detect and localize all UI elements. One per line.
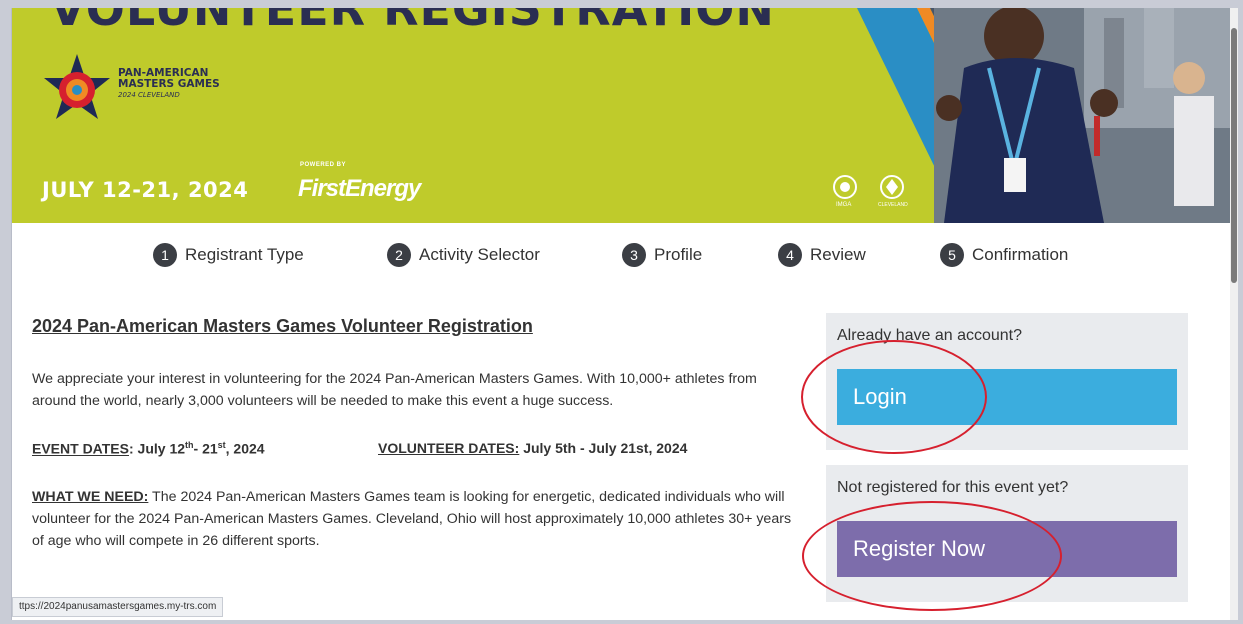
step-number: 5 <box>940 243 964 267</box>
sponsor-logo: FirstEnergy <box>298 175 421 202</box>
registration-steps: 1 Registrant Type 2 Activity Selector 3 … <box>12 223 1232 285</box>
step-label: Registrant Type <box>185 245 304 264</box>
step-registrant-type: 1 Registrant Type <box>153 243 304 267</box>
partner-logo-label-2: CLEVELAND <box>878 202 908 208</box>
event-dates-value: , 2024 <box>225 440 265 457</box>
event-dates-label: EVENT DATES <box>32 440 129 457</box>
what-we-need-label: WHAT WE NEED: <box>32 489 149 505</box>
event-dates-value: - 21 <box>193 440 218 457</box>
step-label: Activity Selector <box>419 245 540 264</box>
step-label: Confirmation <box>972 245 1069 264</box>
event-dates-banner: JULY 12-21, 2024 <box>42 178 249 202</box>
athlete-photo <box>934 8 1232 223</box>
status-bar-url: ttps://2024panusamastersgames.my-trs.com <box>12 597 224 617</box>
volunteer-dates: VOLUNTEER DATES: July 5th - July 21st, 2… <box>378 440 687 456</box>
partner-logos: IMGA CLEVELAND <box>830 173 920 213</box>
step-number: 2 <box>387 243 411 267</box>
star-logo-icon <box>44 54 110 119</box>
partner-logo-label-1: IMGA <box>836 202 852 208</box>
register-panel: Not registered for this event yet? Regis… <box>826 465 1188 602</box>
step-activity-selector: 2 Activity Selector <box>387 243 540 267</box>
volunteer-dates-value: July 5th - July 21st, 2024 <box>519 440 688 456</box>
event-dates-value: : July 12 <box>128 440 186 457</box>
event-dates: EVENT DATES: July 12th- 21st, 2024 <box>32 440 265 457</box>
vertical-scrollbar[interactable] <box>1230 8 1238 620</box>
hero-banner: VOLUNTEER REGISTRATION PAN-AMERICAN MAST… <box>12 8 1232 223</box>
step-number: 1 <box>153 243 177 267</box>
register-prompt: Not registered for this event yet? <box>837 479 1069 496</box>
pan-american-logo: PAN-AMERICAN MASTERS GAMES 2024 CLEVELAN… <box>42 52 222 124</box>
superscript: st <box>217 440 226 450</box>
step-profile: 3 Profile <box>622 243 702 267</box>
account-prompt: Already have an account? <box>837 327 1023 344</box>
step-confirmation: 5 Confirmation <box>940 243 1068 267</box>
superscript: th <box>185 440 194 450</box>
page-heading: 2024 Pan-American Masters Games Voluntee… <box>32 316 533 336</box>
browser-window: VOLUNTEER REGISTRATION PAN-AMERICAN MAST… <box>11 8 1238 620</box>
step-number: 3 <box>622 243 646 267</box>
step-label: Review <box>810 245 866 264</box>
banner-title: VOLUNTEER REGISTRATION <box>50 8 775 36</box>
step-number: 4 <box>778 243 802 267</box>
what-we-need-paragraph: WHAT WE NEED: The 2024 Pan-American Mast… <box>32 486 792 552</box>
account-panel: Already have an account? Login <box>826 313 1188 450</box>
login-button[interactable]: Login <box>837 369 1177 425</box>
logo-line2: MASTERS GAMES <box>118 78 220 90</box>
register-now-button[interactable]: Register Now <box>837 521 1177 577</box>
powered-by-label: POWERED BY <box>300 162 347 168</box>
logo-line3: 2024 CLEVELAND <box>118 91 180 99</box>
step-label: Profile <box>654 245 703 264</box>
scrollbar-thumb[interactable] <box>1231 28 1237 283</box>
volunteer-dates-label: VOLUNTEER DATES: <box>378 440 520 456</box>
intro-paragraph: We appreciate your interest in volunteer… <box>32 371 757 409</box>
step-review: 4 Review <box>778 243 866 267</box>
